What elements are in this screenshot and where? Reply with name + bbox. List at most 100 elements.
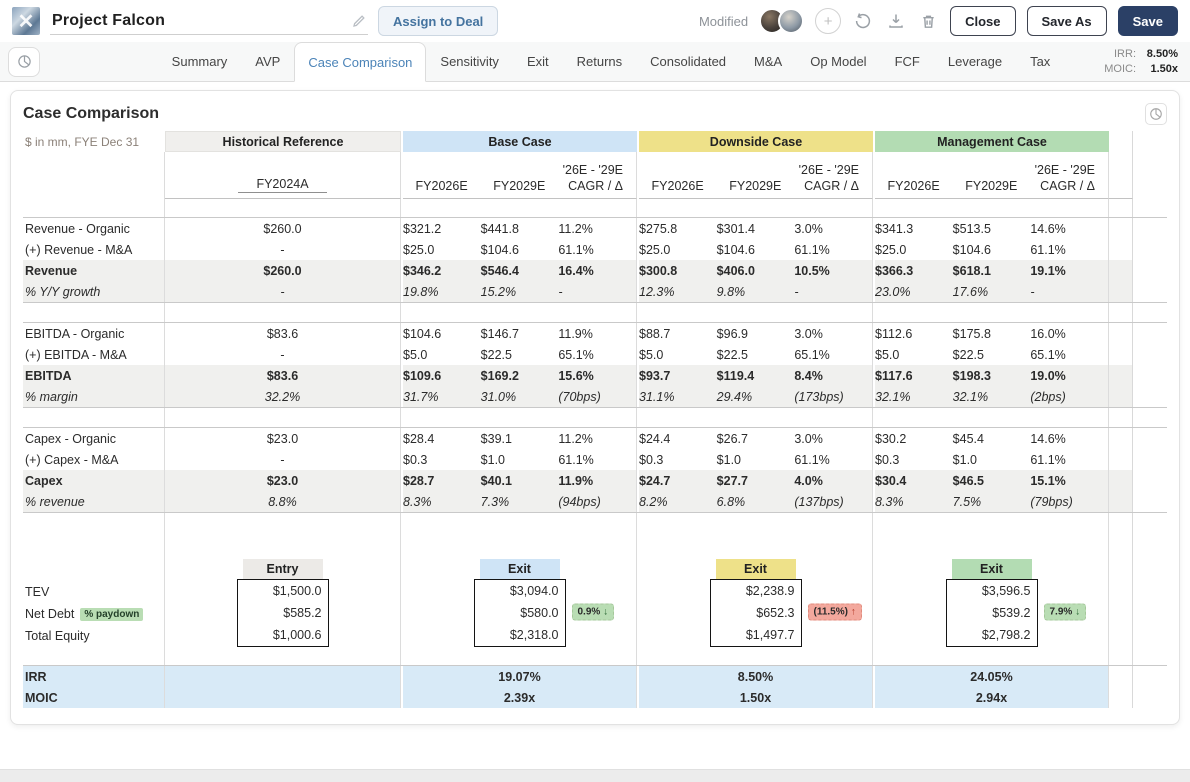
case-band-base-case[interactable]: Base Case: [403, 131, 637, 152]
valuation-column: Entry$1,500.0$585.2$1,000.6: [165, 559, 401, 647]
value-cell: $175.8: [953, 327, 1031, 341]
value-cell: $5.0: [639, 348, 717, 362]
valuation-column: Exit$3,596.5$539.2$2,798.27.9% ↓: [875, 559, 1109, 647]
value-cell: $30.2: [875, 432, 953, 446]
value-cell: $300.8: [639, 264, 717, 278]
tab-list: SummaryAVPCase ComparisonSensitivityExit…: [158, 42, 1065, 81]
table-row: EBITDA - Organic$83.6$104.6$146.711.9%$8…: [23, 323, 1167, 344]
case-band-historical-reference[interactable]: Historical Reference: [165, 131, 401, 152]
edit-title-icon[interactable]: [352, 14, 366, 28]
value-cell: 32.1%: [875, 390, 953, 404]
change-badge: 7.9% ↓: [1044, 604, 1087, 621]
value-cell: 4.0%: [794, 474, 872, 488]
tab-avp[interactable]: AVP: [241, 42, 294, 81]
exit-chip: Exit: [952, 559, 1032, 579]
trailing-spacer: [1109, 152, 1133, 199]
table-row: Capex$23.0$28.7$40.111.9%$24.7$27.74.0%$…: [23, 470, 1167, 491]
case-comparison-card: Case Comparison $ in mm, FYE Dec 31Histo…: [10, 90, 1180, 725]
delete-icon[interactable]: [918, 11, 939, 32]
tab-sensitivity[interactable]: Sensitivity: [426, 42, 513, 81]
panel-toggle-button[interactable]: [8, 47, 40, 77]
case-values: $5.0$22.565.1%: [403, 344, 637, 365]
card-settings-button[interactable]: [1145, 103, 1167, 125]
value-cell: $28.7: [403, 474, 481, 488]
value-cell: 29.4%: [717, 390, 795, 404]
value-cell: $441.8: [481, 222, 559, 236]
trailing-spacer: [1109, 365, 1133, 386]
value-cell: 3.0%: [794, 432, 872, 446]
add-user-button[interactable]: +: [815, 8, 841, 34]
value-cell: 7.3%: [481, 495, 559, 509]
value-cell: -: [165, 344, 401, 365]
value-cell: (94bps): [558, 495, 636, 509]
tab-op-model[interactable]: Op Model: [796, 42, 880, 81]
pie-chart-icon: [1149, 107, 1163, 121]
value-cell: $109.6: [403, 369, 481, 383]
assign-to-deal-button[interactable]: Assign to Deal: [378, 6, 498, 36]
case-values: $88.7$96.93.0%: [639, 323, 873, 344]
download-icon[interactable]: [885, 10, 907, 32]
metric-row: MOIC:1.50x: [1104, 62, 1178, 77]
column-header-row: FY2024A'26E - '29EFY2026EFY2029ECAGR / Δ…: [23, 152, 1167, 199]
row-label: % revenue: [23, 491, 165, 512]
case-values: $30.2$45.414.6%: [875, 428, 1109, 449]
case-values: 31.7%31.0%(70bps): [403, 386, 637, 407]
case-values: $341.3$513.514.6%: [875, 218, 1109, 239]
avatar-group: [759, 8, 804, 34]
column-header: CAGR / Δ: [558, 179, 636, 193]
row-label: EBITDA: [23, 365, 165, 386]
history-icon[interactable]: [852, 10, 874, 32]
case-values: $346.2$546.416.4%: [403, 260, 637, 281]
value-cell: $652.3: [711, 602, 801, 624]
case-band-downside-case[interactable]: Downside Case: [639, 131, 873, 152]
column-header: CAGR / Δ: [794, 179, 872, 193]
avatar[interactable]: [778, 8, 804, 34]
value-cell: $39.1: [481, 432, 559, 446]
case-columns: '26E - '29EFY2026EFY2029ECAGR / Δ: [639, 152, 873, 199]
tab-fcf[interactable]: FCF: [881, 42, 934, 81]
value-cell: $26.7: [717, 432, 795, 446]
case-values: 19.07%: [403, 666, 637, 687]
fiscal-year-labels: FY2026EFY2029ECAGR / Δ: [639, 179, 872, 193]
tab-summary[interactable]: Summary: [158, 42, 242, 81]
tab-m-a[interactable]: M&A: [740, 42, 796, 81]
value-cell: $1.0: [481, 453, 559, 467]
value-cell: 14.6%: [1030, 432, 1108, 446]
header-label-cell: [23, 152, 165, 199]
tab-consolidated[interactable]: Consolidated: [636, 42, 740, 81]
project-title-field[interactable]: Project Falcon: [50, 8, 368, 35]
value-cell: $104.6: [481, 243, 559, 257]
range-label: '26E - '29E: [875, 160, 1108, 179]
value-cell: $1.0: [717, 453, 795, 467]
case-band-management-case[interactable]: Management Case: [875, 131, 1109, 152]
tab-exit[interactable]: Exit: [513, 42, 563, 81]
tab-case-comparison[interactable]: Case Comparison: [294, 42, 426, 82]
case-values: $25.0$104.661.1%: [639, 239, 873, 260]
fiscal-year-labels: FY2026EFY2029ECAGR / Δ: [403, 179, 636, 193]
save-as-button[interactable]: Save As: [1027, 6, 1107, 36]
case-values: 1.50x: [639, 687, 873, 708]
value-cell: $260.0: [165, 218, 401, 239]
row-label: Net Debt% paydown: [23, 603, 164, 625]
value-cell: $25.0: [875, 243, 953, 257]
row-label: % margin: [23, 386, 165, 407]
column-header: FY2026E: [639, 179, 717, 193]
value-cell: 19.8%: [403, 285, 481, 299]
value-cell: $0.3: [875, 453, 953, 467]
value-cell: $112.6: [875, 327, 953, 341]
valuation-column: Exit$3,094.0$580.0$2,318.00.9% ↓: [403, 559, 637, 647]
spacer-row: [23, 647, 1167, 665]
save-button[interactable]: Save: [1118, 6, 1178, 36]
value-cell: $83.6: [165, 323, 401, 344]
value-cell: 1.50x: [639, 691, 872, 705]
tab-leverage[interactable]: Leverage: [934, 42, 1016, 81]
returns-row: MOIC2.39x1.50x2.94x: [23, 687, 1167, 708]
tab-tax[interactable]: Tax: [1016, 42, 1064, 81]
column-header: FY2029E: [953, 179, 1031, 193]
close-button[interactable]: Close: [950, 6, 1015, 36]
value-cell: [165, 687, 401, 708]
trailing-spacer: [1109, 199, 1133, 217]
tab-returns[interactable]: Returns: [563, 42, 637, 81]
app-logo: ✕: [12, 7, 40, 35]
value-cell: 17.6%: [953, 285, 1031, 299]
